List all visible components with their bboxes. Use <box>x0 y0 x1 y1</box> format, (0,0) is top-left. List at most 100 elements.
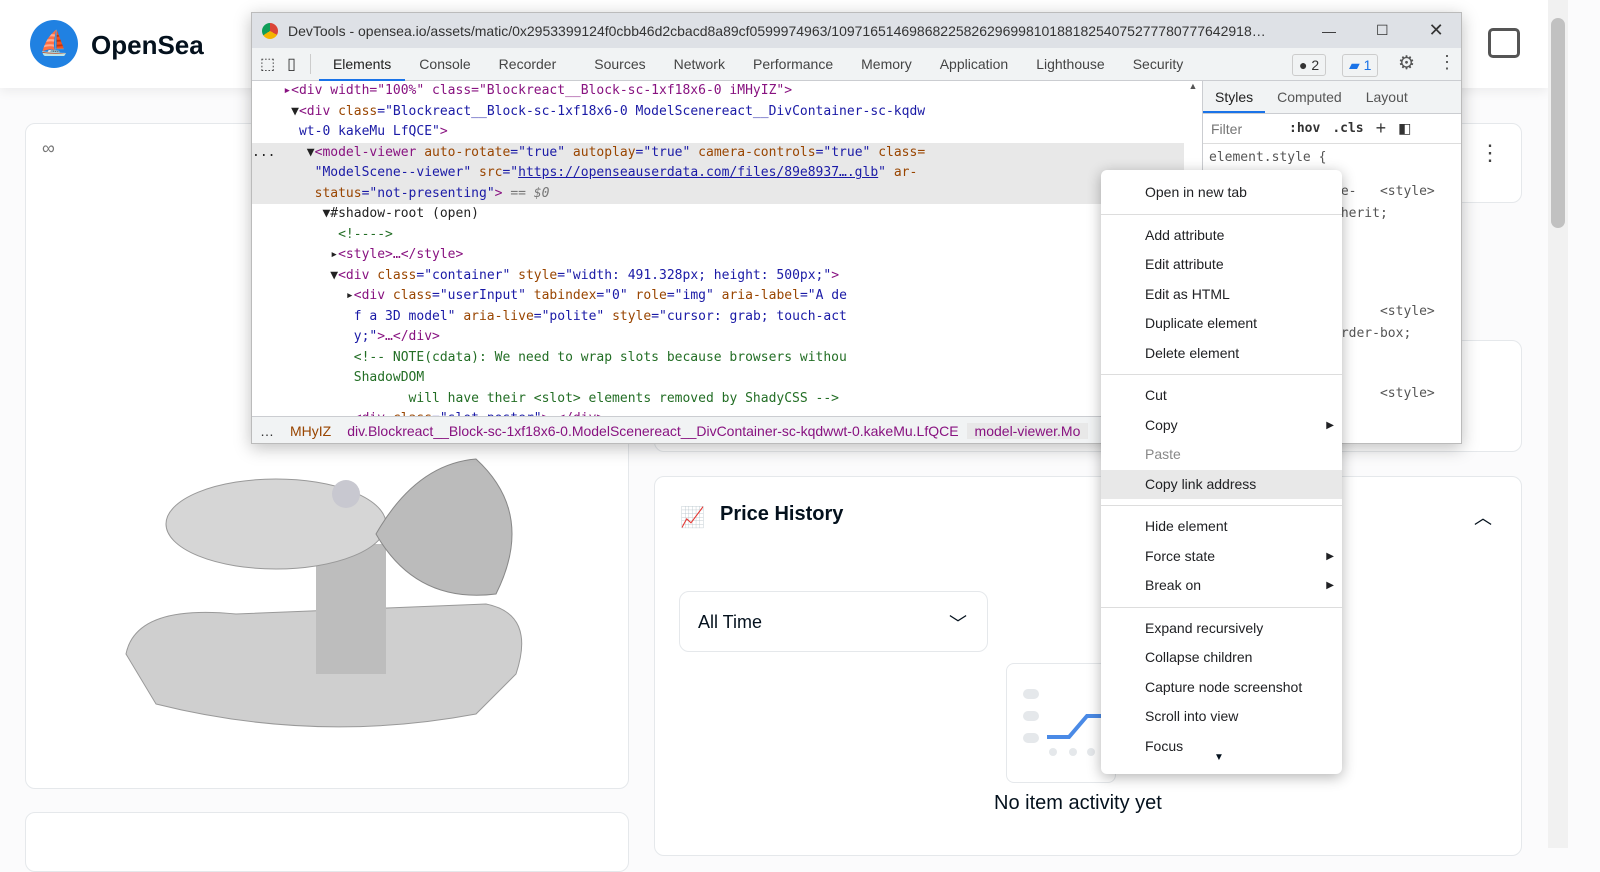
menu-item-cut[interactable]: Cut <box>1101 381 1342 411</box>
styles-filter-input[interactable] <box>1211 120 1277 137</box>
menu-scroll-down-icon[interactable]: ▼ <box>1214 752 1224 763</box>
time-range-select[interactable]: All Time ﹀ <box>679 591 988 652</box>
dom-node-line[interactable]: f a 3D model" aria-live="polite" style="… <box>252 307 1202 328</box>
menu-item-collapse-children[interactable]: Collapse children <box>1101 643 1342 673</box>
menu-item-copy[interactable]: Copy ▶ <box>1101 411 1342 441</box>
dom-node-line[interactable]: ▼<div class="container" style="width: 49… <box>252 266 1202 287</box>
breadcrumb-item[interactable]: div.Blockreact__Block-sc-1xf18x6-0.Model… <box>339 423 966 439</box>
tab-performance[interactable]: Performance <box>739 48 847 81</box>
code-token: <div <box>338 267 378 283</box>
code-token: <!----> <box>338 226 393 242</box>
dom-node-line[interactable]: "ModelScene--viewer" src="https://opense… <box>252 163 1202 184</box>
menu-item-add-attribute[interactable]: Add attribute <box>1101 221 1342 251</box>
menu-item-expand-recursively[interactable]: Expand recursively <box>1101 614 1342 644</box>
breadcrumb-item[interactable]: model-viewer.Mo <box>966 423 1089 439</box>
opensea-logo-icon[interactable]: ⛵ <box>30 20 78 68</box>
code-token: class= <box>878 144 926 160</box>
more-menu-icon[interactable]: ⋮ <box>1438 52 1456 73</box>
dom-node-line[interactable]: ShadowDOM <box>252 368 1202 389</box>
tab-computed[interactable]: Computed <box>1265 81 1354 113</box>
code-token: aria-live <box>463 308 534 324</box>
device-toolbar-icon[interactable]: ▯ <box>283 54 311 74</box>
cls-toggle[interactable]: .cls <box>1332 121 1363 136</box>
messages-badge[interactable]: ▰ 1 <box>1342 54 1379 77</box>
menu-item-label: Delete element <box>1145 344 1240 361</box>
3d-model-image[interactable] <box>116 454 546 744</box>
dom-node-line[interactable]: will have their <slot> elements removed … <box>252 389 1202 410</box>
menu-item-scroll-into-view[interactable]: Scroll into view <box>1101 702 1342 732</box>
menu-item-duplicate-element[interactable]: Duplicate element <box>1101 309 1342 339</box>
code-token: style <box>612 308 652 324</box>
tab-lighthouse[interactable]: Lighthouse <box>1022 48 1119 81</box>
tab-layout[interactable]: Layout <box>1354 81 1420 113</box>
inspect-element-icon[interactable]: ⬚ <box>252 54 283 74</box>
hov-toggle[interactable]: :hov <box>1289 121 1320 136</box>
menu-item-hide-element[interactable]: Hide element <box>1101 512 1342 542</box>
details-card <box>25 812 629 872</box>
dom-node-line[interactable]: ▸<div class="userInput" tabindex="0" rol… <box>252 286 1202 307</box>
errors-badge[interactable]: ● 2 <box>1292 54 1327 76</box>
dom-node-line[interactable]: ▸<div class="slot poster">…</div> <box>252 409 1202 416</box>
dom-node-line[interactable]: <!----> <box>252 225 1202 246</box>
menu-item-paste[interactable]: Paste <box>1101 440 1342 470</box>
price-history-title[interactable]: Price History <box>720 503 843 526</box>
dom-node-line[interactable]: ▸<style>…</style> <box>252 245 1202 266</box>
tab-sources[interactable]: Sources <box>580 48 659 81</box>
code-token[interactable]: https://openseauserdata.com/files/89e893… <box>518 165 878 180</box>
dom-node-line[interactable]: ▼<div class="Blockreact__Block-sc-1xf18x… <box>252 102 1202 123</box>
menu-item-force-state[interactable]: Force state ▶ <box>1101 542 1342 572</box>
elements-tree[interactable]: ▸<div width="100%" class="Blockreact__Bl… <box>252 81 1202 416</box>
menu-item-copy-link-address[interactable]: Copy link address <box>1101 469 1342 499</box>
chevron-up-icon[interactable]: ︿ <box>1474 504 1492 530</box>
code-token: ="userInput" <box>432 288 534 303</box>
time-range-value: All Time <box>698 612 763 632</box>
settings-gear-icon[interactable]: ⚙ <box>1398 52 1415 75</box>
code-token: ▸ <box>252 288 354 303</box>
menu-item-open-in-new-tab[interactable]: Open in new tab <box>1101 178 1342 208</box>
menu-item-label: Cut <box>1145 387 1167 403</box>
tab-recorder[interactable]: Recorder <box>485 48 581 81</box>
tab-memory[interactable]: Memory <box>847 48 926 81</box>
tab-application[interactable]: Application <box>926 48 1023 81</box>
code-token: wt-0 kakeMu LfQCE" <box>298 124 440 139</box>
menu-item-break-on[interactable]: Break on ▶ <box>1101 571 1342 601</box>
wallet-icon[interactable] <box>1488 28 1520 58</box>
code-token: ="0" <box>596 288 636 303</box>
code-token: camera-controls <box>698 144 816 160</box>
tab-elements[interactable]: Elements <box>318 48 406 81</box>
menu-item-capture-node-screenshot[interactable]: Capture node screenshot <box>1101 673 1342 703</box>
brand-name[interactable]: OpenSea <box>91 30 204 61</box>
dom-node-line[interactable]: y;">…</div> <box>252 327 1202 348</box>
maximize-icon[interactable]: ☐ <box>1376 22 1389 39</box>
dom-node-line[interactable]: <!-- NOTE(cdata): We need to wrap slots … <box>252 348 1202 369</box>
style-rule-line: <style> <box>1333 386 1435 401</box>
tab-styles[interactable]: Styles <box>1203 81 1266 113</box>
code-token: tabindex <box>533 288 597 303</box>
dom-node-line[interactable]: status="not-presenting"> == $0 <box>252 183 1202 204</box>
add-rule-icon[interactable]: + <box>1376 118 1387 139</box>
page-scrollbar[interactable] <box>1548 0 1568 848</box>
code-token: "ModelScene--viewer" <box>314 165 479 180</box>
menu-item-edit-attribute[interactable]: Edit attribute <box>1101 250 1342 280</box>
dom-node-line[interactable]: ▼#shadow-root (open) <box>252 204 1202 225</box>
menu-separator <box>1101 374 1342 375</box>
menu-item-delete-element[interactable]: Delete element <box>1101 339 1342 369</box>
breadcrumb-item[interactable]: … <box>252 423 282 439</box>
dom-node-line[interactable]: wt-0 kakeMu LfQCE"> <box>252 122 1202 143</box>
menu-item-label: Copy link address <box>1145 475 1257 492</box>
code-token: style <box>518 267 558 283</box>
dom-node-line[interactable]: ... ▼<model-viewer auto-rotate="true" au… <box>252 142 1202 163</box>
tab-network[interactable]: Network <box>660 48 739 81</box>
chevron-down-icon: ﹀ <box>949 614 967 634</box>
close-icon[interactable]: ✕ <box>1429 20 1444 41</box>
more-options-icon[interactable]: ⋮ <box>1479 140 1501 166</box>
menu-item-edit-as-html[interactable]: Edit as HTML <box>1101 280 1342 310</box>
code-token: autoplay <box>572 144 636 160</box>
tab-security[interactable]: Security <box>1119 48 1198 81</box>
minimize-icon[interactable]: — <box>1322 23 1336 39</box>
toggle-sidebar-icon[interactable]: ◧ <box>1398 120 1411 137</box>
breadcrumb-item[interactable]: MHyIZ <box>282 423 339 439</box>
dom-node-line[interactable]: ▸<div width="100%" class="Blockreact__Bl… <box>252 81 1202 102</box>
tab-console[interactable]: Console <box>405 48 484 81</box>
